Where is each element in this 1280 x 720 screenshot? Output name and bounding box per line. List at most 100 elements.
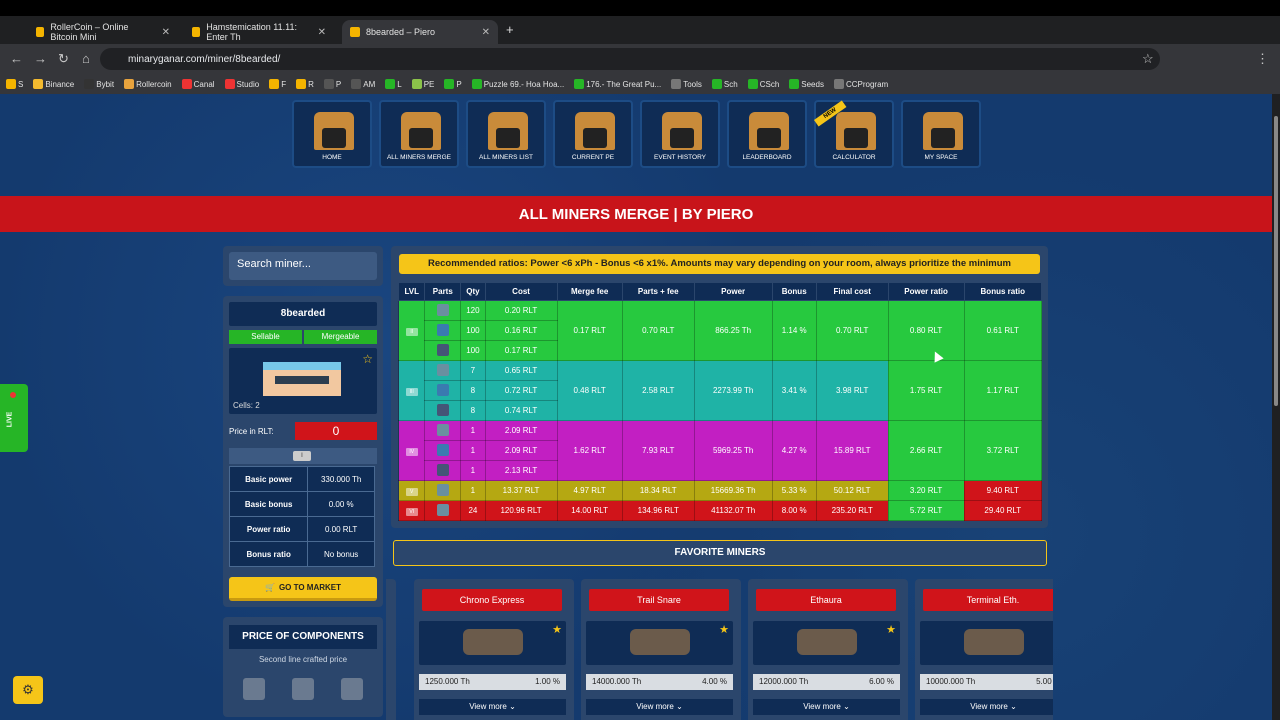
- close-icon[interactable]: ✕: [482, 27, 490, 38]
- close-icon[interactable]: ✕: [162, 27, 170, 38]
- bookmark-item[interactable]: 176.- The Great Pu...: [574, 79, 661, 89]
- tab-hamstemication[interactable]: Hamstemication 11.11: Enter Th ✕: [184, 20, 334, 44]
- live-dot-icon: [10, 392, 16, 398]
- part-icon: [436, 503, 449, 516]
- part-cell: [424, 360, 462, 381]
- level-badge: II: [405, 327, 418, 336]
- search-panel: Search miner...: [223, 246, 383, 286]
- merge-fee-cell: 0.48 RLT: [556, 360, 623, 421]
- qty-cell: 7: [460, 360, 486, 381]
- bonus-cell: 1.14 %: [771, 300, 817, 361]
- column-header: Power ratio: [887, 282, 965, 301]
- view-more-button[interactable]: View more ⌄: [586, 699, 733, 715]
- bookmark-icon: [33, 79, 44, 89]
- scrollbar[interactable]: [1272, 94, 1280, 720]
- price-label: Price in RLT:: [229, 426, 274, 436]
- bookmark-item[interactable]: Binance: [33, 79, 74, 89]
- bookmark-icon: [711, 79, 722, 89]
- nav-home-button[interactable]: HOME: [292, 100, 372, 168]
- home-icon[interactable]: ⌂: [82, 51, 90, 66]
- nav-event-history-button[interactable]: EVENT HISTORY: [640, 100, 720, 168]
- power-cell: 2273.99 Th: [693, 360, 773, 421]
- bookmark-item[interactable]: CCProgram: [833, 79, 888, 89]
- part-cell: [424, 440, 462, 461]
- level-pill[interactable]: I: [293, 451, 311, 461]
- bookmark-item[interactable]: Canal: [181, 79, 215, 89]
- go-to-market-button[interactable]: 🛒 GO TO MARKET: [229, 577, 377, 601]
- qty-cell: 120: [460, 300, 486, 321]
- bookmark-icon: [574, 79, 585, 89]
- forward-icon[interactable]: →: [34, 51, 47, 66]
- bookmark-item[interactable]: Tools: [671, 79, 702, 89]
- bear-mascot-icon: [401, 112, 441, 150]
- final-cost-cell: 3.98 RLT: [815, 360, 889, 421]
- sellable-badge: Sellable: [229, 330, 302, 344]
- bonus-cell: 5.33 %: [771, 480, 817, 501]
- miner-card-image: ★: [586, 621, 733, 665]
- bookmark-item[interactable]: R: [296, 79, 314, 89]
- favorite-miners-header[interactable]: FAVORITE MINERS: [393, 540, 1047, 566]
- part-icon: [436, 383, 449, 396]
- nav-calculator-button[interactable]: NEW CALCULATOR: [814, 100, 894, 168]
- settings-gear-icon[interactable]: ⚙: [13, 676, 43, 704]
- view-more-button[interactable]: View more ⌄: [753, 699, 900, 715]
- favorite-miners-carousel: Chrono Express ★ 1250.000 Th 1.00 % View mor…: [386, 579, 1053, 720]
- bookmark-item[interactable]: P: [323, 79, 341, 89]
- nav-all-miners-merge-button[interactable]: ALL MINERS MERGE: [379, 100, 459, 168]
- favorite-star-icon[interactable]: ★: [886, 623, 896, 636]
- bookmark-item[interactable]: P: [444, 79, 462, 89]
- nav-all-miners-list-button[interactable]: ALL MINERS LIST: [466, 100, 546, 168]
- bookmark-item[interactable]: L: [385, 79, 402, 89]
- miner-card-name: Terminal Eth.: [923, 589, 1053, 611]
- bookmark-item[interactable]: S: [6, 79, 23, 89]
- favorite-miner-card: Chrono Express ★ 1250.000 Th 1.00 % View mor…: [414, 579, 574, 720]
- merge-fee-cell: 14.00 RLT: [556, 500, 623, 521]
- tab-rollercoin[interactable]: RollerCoin – Online Bitcoin Mini ✕: [28, 20, 178, 44]
- bookmark-item[interactable]: F: [269, 79, 286, 89]
- bookmark-star-icon[interactable]: ☆: [1142, 51, 1154, 67]
- bookmark-item[interactable]: Puzzle 69.- Hoa Hoa...: [471, 79, 564, 89]
- chevron-down-icon: ⌄: [506, 702, 516, 711]
- bookmark-item[interactable]: PE: [411, 79, 434, 89]
- miner-power: 12000.000 Th: [759, 677, 809, 686]
- miner-card-stats: 1250.000 Th 1.00 %: [419, 674, 566, 690]
- bookmark-item[interactable]: Seeds: [789, 79, 824, 89]
- bookmark-item[interactable]: Sch: [711, 79, 738, 89]
- favorite-star-icon[interactable]: ☆: [362, 352, 373, 366]
- merge-fee-cell: 0.17 RLT: [556, 300, 623, 361]
- search-input[interactable]: Search miner...: [229, 252, 377, 280]
- miner-power: 1250.000 Th: [425, 677, 470, 686]
- bookmark-item[interactable]: CSch: [747, 79, 779, 89]
- live-tab[interactable]: LIVE: [0, 384, 28, 452]
- address-bar[interactable]: minaryganar.com/miner/8bearded/: [100, 48, 1160, 70]
- level-selector[interactable]: I: [229, 448, 377, 464]
- favorite-miner-card: Ethaura ★ 12000.000 Th 6.00 % View more ⌄: [748, 579, 908, 720]
- bookmark-item[interactable]: Rollercoin: [124, 79, 172, 89]
- view-more-button[interactable]: View more ⌄: [419, 699, 566, 715]
- bookmark-item[interactable]: Studio: [224, 79, 259, 89]
- favorite-star-icon[interactable]: ★: [719, 623, 729, 636]
- nav-my-space-button[interactable]: MY SPACE: [901, 100, 981, 168]
- miner-card-name: Trail Snare: [589, 589, 729, 611]
- bookmark-item[interactable]: AM: [351, 79, 375, 89]
- new-tab-icon[interactable]: +: [506, 22, 514, 37]
- tab-8bearded[interactable]: 8bearded – Piero ✕: [342, 20, 498, 44]
- close-icon[interactable]: ✕: [318, 27, 326, 38]
- part-cell: [424, 460, 462, 481]
- view-more-button[interactable]: View more ⌄: [920, 699, 1053, 715]
- column-header: Merge fee: [556, 282, 623, 301]
- bookmark-item[interactable]: Bybit: [84, 79, 114, 89]
- miner-card-image: ★: [419, 621, 566, 665]
- price-input[interactable]: 0: [295, 422, 377, 440]
- back-icon[interactable]: ←: [10, 51, 23, 66]
- column-header: Bonus ratio: [963, 282, 1043, 301]
- reload-icon[interactable]: ↻: [58, 51, 69, 67]
- menu-icon[interactable]: ⋮: [1256, 51, 1269, 67]
- nav-current-pe-button[interactable]: CURRENT PE: [553, 100, 633, 168]
- table-header-row: LVL Parts Qty Cost Merge fee Parts + fee Power…: [397, 282, 1043, 301]
- favorite-star-icon[interactable]: ★: [552, 623, 562, 636]
- components-subtitle: Second line crafted price: [258, 655, 348, 664]
- nav-leaderboard-button[interactable]: LEADERBOARD: [727, 100, 807, 168]
- parts-fee-cell: 134.96 RLT: [621, 500, 695, 521]
- scrollbar-thumb[interactable]: [1274, 116, 1278, 406]
